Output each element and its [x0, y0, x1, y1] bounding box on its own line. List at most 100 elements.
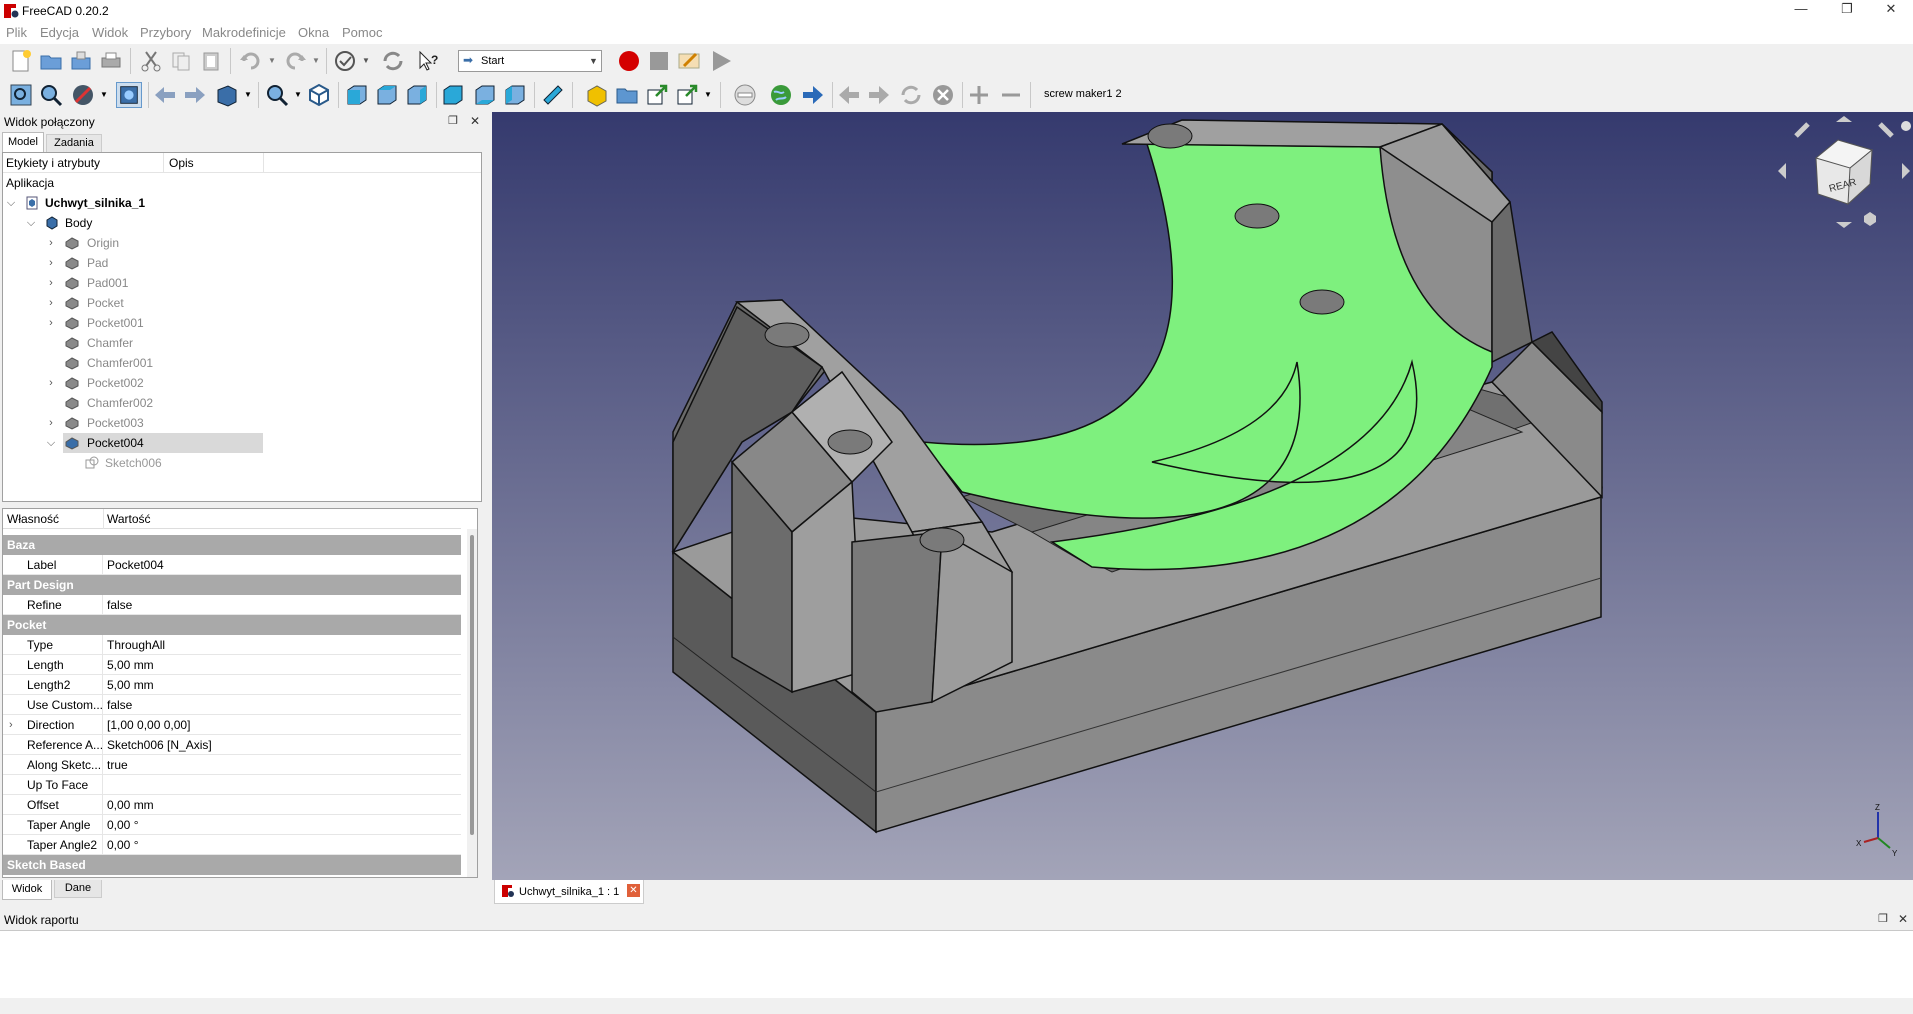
property-value[interactable]: false	[107, 695, 132, 715]
link-actions-icon[interactable]	[674, 82, 700, 108]
tree-item-feature[interactable]: › Pad	[3, 253, 481, 273]
print-icon[interactable]	[98, 48, 124, 74]
fit-selection-icon[interactable]	[38, 82, 64, 108]
redo-icon[interactable]	[282, 48, 308, 74]
tree-item-feature[interactable]: Chamfer001	[3, 353, 481, 373]
front-view-icon[interactable]	[344, 82, 370, 108]
property-row[interactable]: Taper Angle 0,00 °	[3, 815, 461, 835]
property-group-part-design[interactable]: Part Design	[3, 575, 461, 595]
tree-item-feature[interactable]: › Origin	[3, 233, 481, 253]
draw-style-dropdown-icon[interactable]: ▼	[100, 90, 108, 99]
bounding-box-icon[interactable]	[116, 82, 142, 108]
rear-view-icon[interactable]	[440, 82, 466, 108]
new-document-icon[interactable]	[8, 48, 34, 74]
close-tab-icon[interactable]: ✕	[627, 884, 640, 897]
property-row[interactable]: › Direction [1,00 0,00 0,00]	[3, 715, 461, 735]
close-panel-icon[interactable]: ✕	[470, 114, 480, 128]
close-panel-icon[interactable]: ✕	[1898, 912, 1908, 926]
zoom-icon[interactable]	[264, 82, 290, 108]
tab-model[interactable]: Model	[2, 132, 44, 152]
left-view-icon[interactable]	[502, 82, 528, 108]
tree-item-application[interactable]: Aplikacja	[3, 173, 481, 193]
tree-item-feature[interactable]: › Pocket	[3, 293, 481, 313]
property-value[interactable]: [1,00 0,00 0,00]	[107, 715, 190, 735]
macro-screw-maker-button[interactable]: screw maker1 2	[1044, 88, 1122, 100]
top-view-icon[interactable]	[374, 82, 400, 108]
property-row-label[interactable]: Label Pocket004	[3, 555, 461, 575]
motor-mount-model[interactable]	[492, 112, 1913, 880]
tab-dane[interactable]: Dane	[54, 880, 102, 898]
menu-okna[interactable]: Okna	[298, 25, 329, 40]
property-value[interactable]: false	[107, 595, 132, 615]
cut-icon[interactable]	[138, 48, 164, 74]
macro-play-icon[interactable]	[708, 48, 734, 74]
web-home-icon[interactable]	[768, 82, 794, 108]
property-row[interactable]: Length2 5,00 mm	[3, 675, 461, 695]
property-row[interactable]: Reference A... Sketch006 [N_Axis]	[3, 735, 461, 755]
tree-item-feature[interactable]: › Pad001	[3, 273, 481, 293]
tree-item-feature[interactable]: › Pocket003	[3, 413, 481, 433]
minimize-button[interactable]: —	[1778, 1, 1824, 21]
web-stop-icon[interactable]	[732, 82, 758, 108]
tree-header-labels[interactable]: Etykiety i atrybuty	[6, 156, 100, 170]
macro-record-icon[interactable]	[616, 48, 642, 74]
std-views-icon[interactable]	[214, 82, 240, 108]
web-forward-icon[interactable]	[866, 82, 892, 108]
web-close-icon[interactable]	[930, 82, 956, 108]
menu-pomoc[interactable]: Pomoc	[342, 25, 382, 40]
tree-item-sketch[interactable]: Sketch006	[3, 453, 481, 473]
property-row[interactable]: Up To Face	[3, 775, 461, 795]
property-group-baza[interactable]: Baza	[3, 535, 461, 555]
navigation-cube[interactable]: REAR	[1776, 116, 1912, 240]
paste-icon[interactable]	[198, 48, 224, 74]
chevron-right-icon[interactable]: ›	[45, 273, 57, 293]
create-part-icon[interactable]	[584, 82, 610, 108]
create-group-icon[interactable]	[614, 82, 640, 108]
web-back-icon[interactable]	[836, 82, 862, 108]
property-value[interactable]: 0,00 °	[107, 835, 139, 855]
draw-style-icon[interactable]	[70, 82, 96, 108]
workbench-selector[interactable]: ➡ Start ▼	[458, 50, 602, 72]
property-value[interactable]: true	[107, 755, 128, 775]
undo-icon[interactable]	[238, 48, 264, 74]
link-make-icon[interactable]	[644, 82, 670, 108]
property-value[interactable]: Pocket004	[107, 555, 164, 575]
chevron-right-icon[interactable]: ›	[45, 293, 57, 313]
property-value[interactable]: 0,00 °	[107, 815, 139, 835]
save-icon[interactable]	[68, 48, 94, 74]
property-row-refine[interactable]: Refine false	[3, 595, 461, 615]
measure-icon[interactable]	[540, 82, 566, 108]
undock-icon[interactable]: ❐	[1878, 912, 1888, 925]
property-value[interactable]: Sketch006 [N_Axis]	[107, 735, 212, 755]
arrow-left-icon[interactable]	[1778, 163, 1786, 179]
property-row[interactable]: Type ThroughAll	[3, 635, 461, 655]
open-folder-icon[interactable]	[38, 48, 64, 74]
macro-stop-icon[interactable]	[646, 48, 672, 74]
view-back-icon[interactable]	[152, 82, 178, 108]
tree-item-feature[interactable]: › Pocket001	[3, 313, 481, 333]
property-header-name[interactable]: Własność	[7, 509, 59, 529]
std-views-dropdown-icon[interactable]: ▼	[244, 90, 252, 99]
tree-item-body[interactable]: ⌵ Body	[3, 213, 481, 233]
zoom-out-icon[interactable]	[998, 82, 1024, 108]
bottom-view-icon[interactable]	[472, 82, 498, 108]
close-window-button[interactable]: ✕	[1868, 1, 1913, 21]
tree-item-feature[interactable]: Chamfer	[3, 333, 481, 353]
right-view-icon[interactable]	[404, 82, 430, 108]
link-actions-dropdown-icon[interactable]: ▼	[704, 90, 712, 99]
menu-widok[interactable]: Widok	[92, 25, 128, 40]
tab-widok[interactable]: Widok	[2, 880, 52, 900]
chevron-down-icon[interactable]: ⌵	[25, 213, 37, 233]
property-value[interactable]: 5,00 mm	[107, 655, 154, 675]
tree-item-feature[interactable]: Chamfer002	[3, 393, 481, 413]
property-header-value[interactable]: Wartość	[107, 509, 151, 529]
property-group-pocket[interactable]: Pocket	[3, 615, 461, 635]
3d-viewport[interactable]: REAR Z X Y	[492, 112, 1913, 880]
zoom-in-icon[interactable]	[966, 82, 992, 108]
chevron-right-icon[interactable]: ›	[9, 715, 13, 735]
arrow-right-icon[interactable]	[1902, 163, 1910, 179]
chevron-down-icon[interactable]: ⌵	[45, 433, 57, 453]
chevron-right-icon[interactable]: ›	[45, 313, 57, 333]
web-go-icon[interactable]	[800, 82, 826, 108]
property-value[interactable]: ThroughAll	[107, 635, 165, 655]
